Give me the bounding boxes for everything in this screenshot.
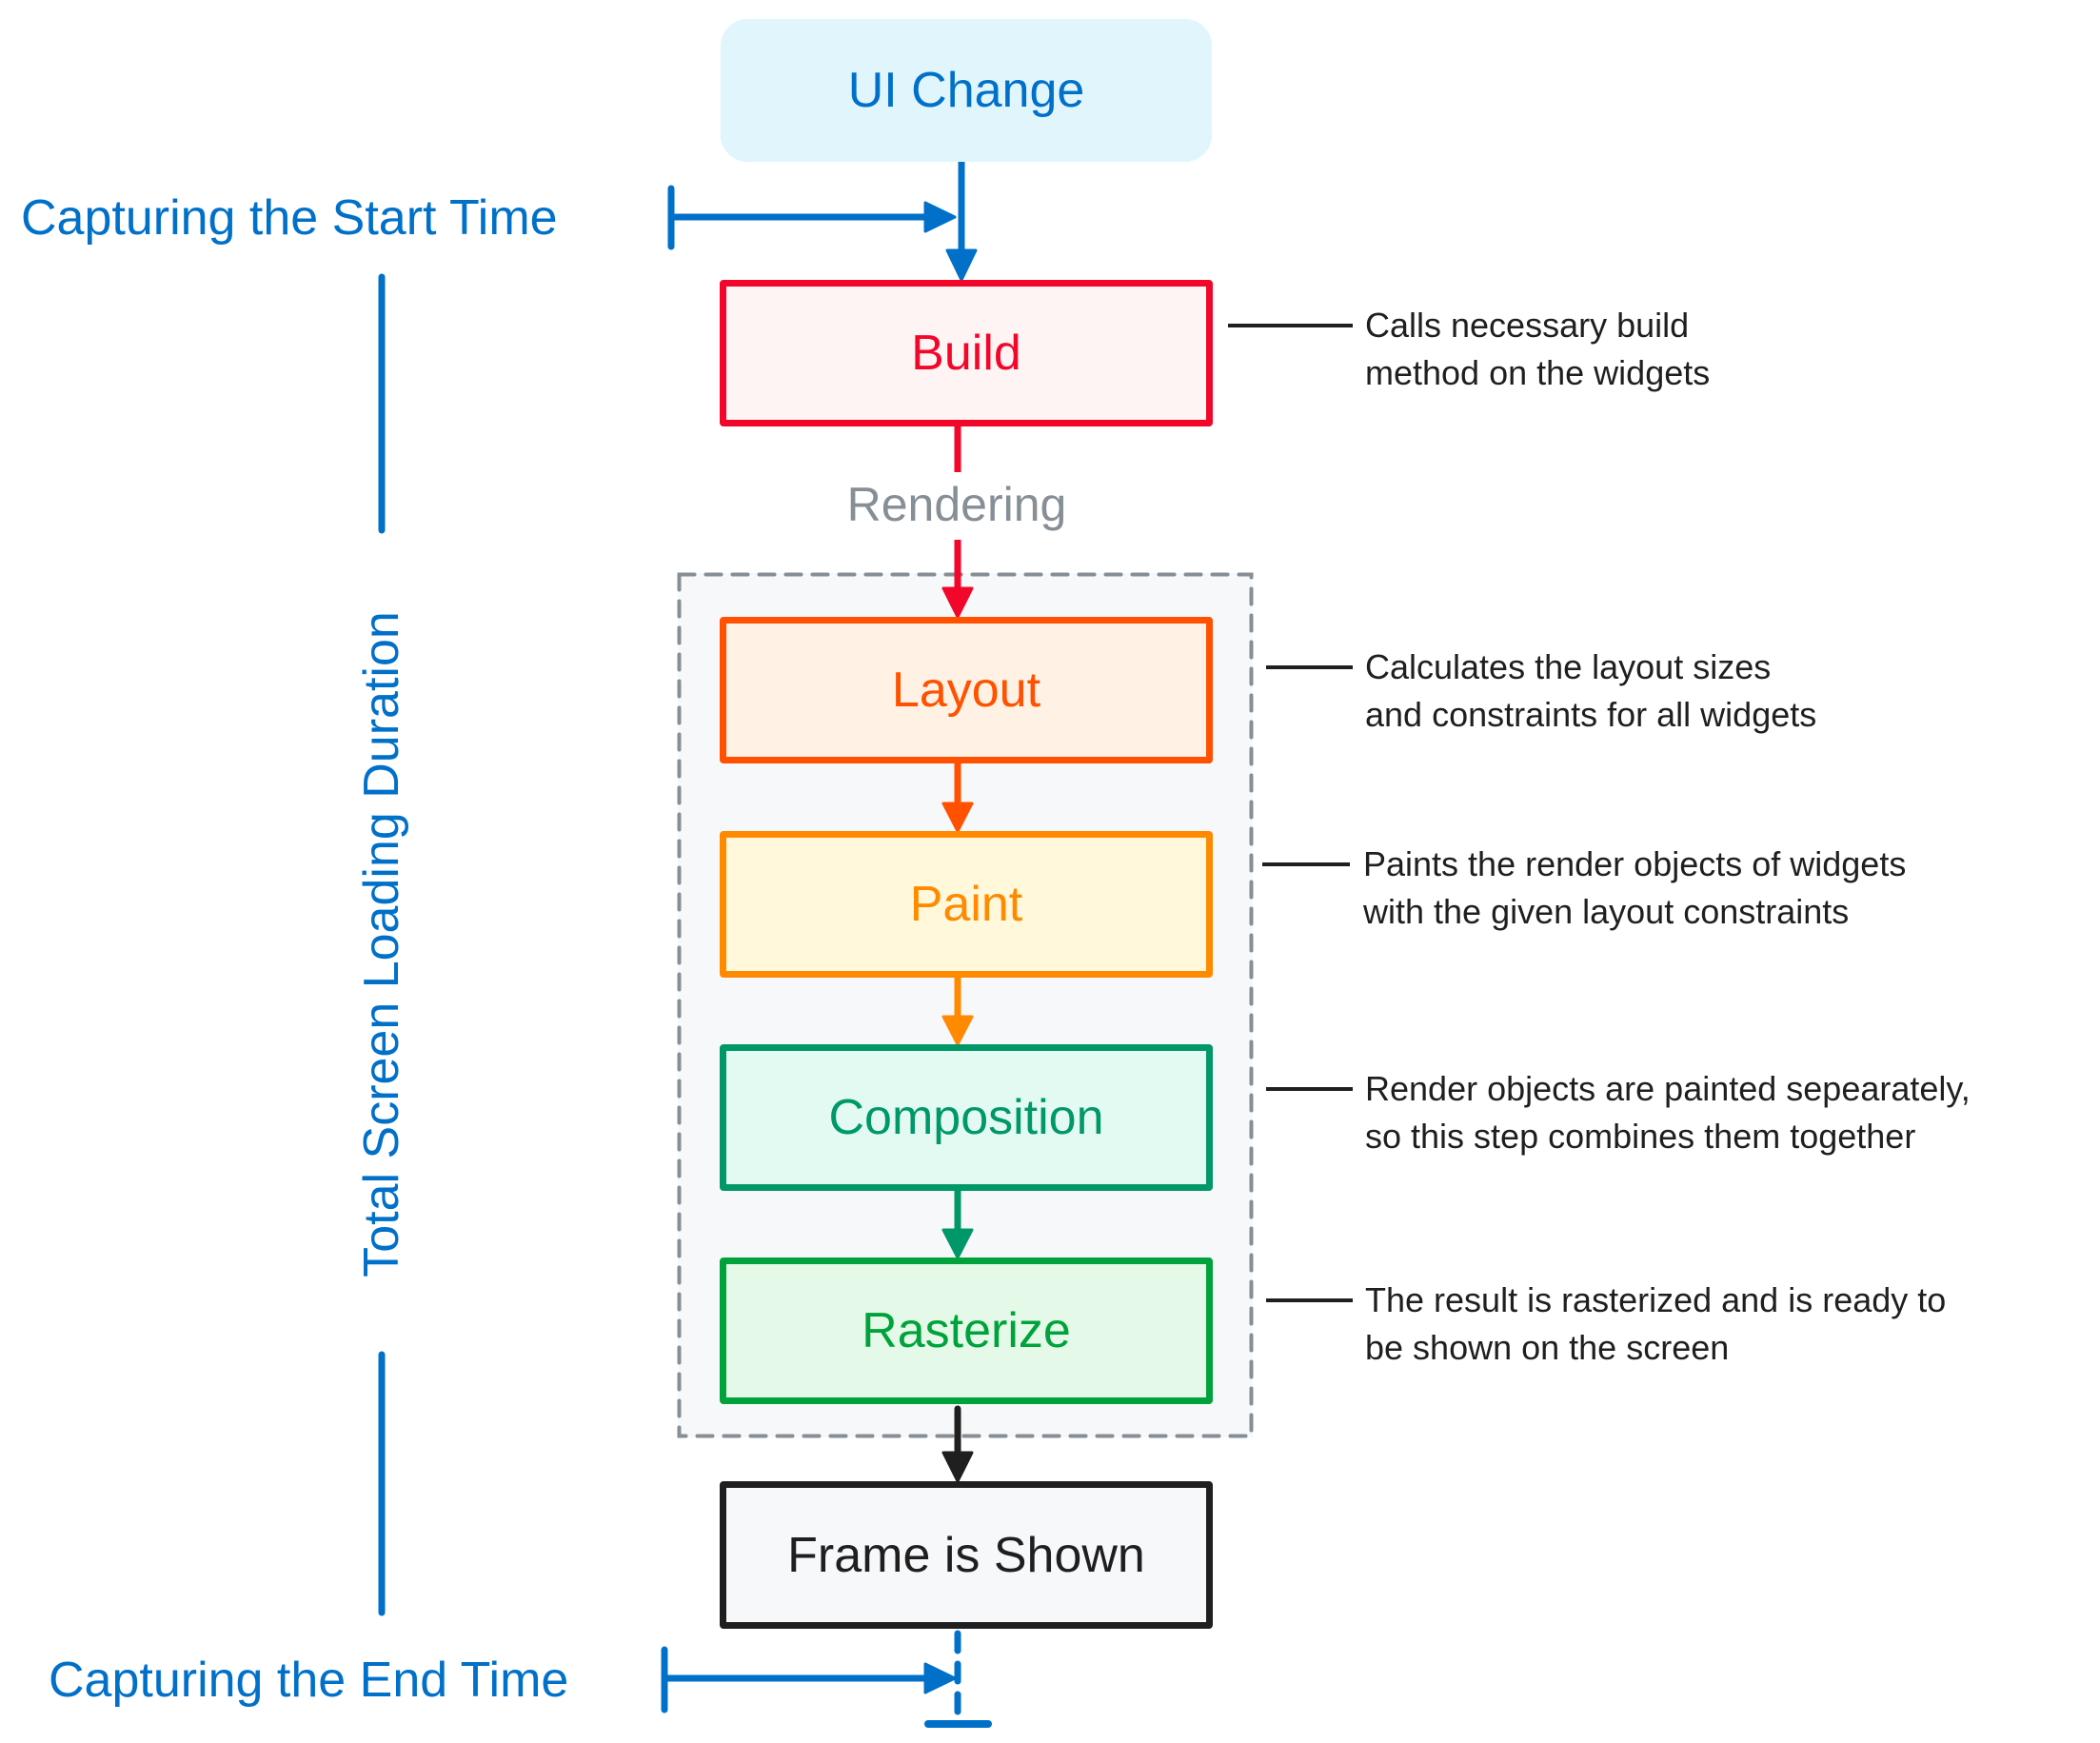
- layout-label: Layout: [891, 663, 1041, 718]
- rasterize-label: Rasterize: [862, 1303, 1071, 1358]
- duration-label: Total Screen Loading Duration: [354, 611, 409, 1278]
- build-step: Build: [720, 280, 1213, 426]
- arrowhead-build: [945, 248, 978, 282]
- composition-label: Composition: [828, 1090, 1104, 1145]
- composition-note: Render objects are painted sepearately, …: [1365, 1065, 1971, 1160]
- diagram-canvas: UI Change Build Rendering Layout Paint C…: [0, 0, 2100, 1743]
- rendering-group-label: Rendering: [846, 478, 1067, 531]
- arrowhead-paint: [941, 802, 974, 833]
- layout-note: Calculates the layout sizes and constrai…: [1365, 644, 1816, 739]
- layout-step: Layout: [720, 617, 1213, 763]
- arrowhead-layout: [941, 586, 974, 619]
- arrowhead-composition: [941, 1015, 974, 1046]
- rasterize-note-line-1: The result is rasterized and is ready to: [1365, 1280, 1947, 1319]
- frame-shown-node: Frame is Shown: [720, 1481, 1213, 1629]
- composition-note-line-2: so this step combines them together: [1365, 1117, 1916, 1156]
- paint-note: Paints the render objects of widgets wit…: [1363, 841, 1906, 936]
- build-note: Calls necessary build method on the widg…: [1365, 302, 1710, 397]
- start-arrowhead: [923, 201, 957, 233]
- ui-change-label: UI Change: [847, 63, 1085, 118]
- end-arrowhead: [923, 1662, 957, 1694]
- paint-label: Paint: [909, 877, 1023, 932]
- paint-note-line-2: with the given layout constraints: [1363, 892, 1850, 931]
- build-note-line-2: method on the widgets: [1365, 353, 1711, 392]
- frame-shown-label: Frame is Shown: [787, 1527, 1145, 1583]
- paint-step: Paint: [720, 831, 1213, 978]
- build-label: Build: [911, 326, 1021, 381]
- layout-note-line-2: and constraints for all widgets: [1365, 695, 1817, 734]
- end-time-label: Capturing the End Time: [49, 1653, 569, 1708]
- build-note-line-1: Calls necessary build: [1365, 306, 1690, 345]
- rasterize-note-line-2: be shown on the screen: [1365, 1328, 1730, 1367]
- arrowhead-frame: [941, 1451, 974, 1483]
- composition-step: Composition: [720, 1044, 1213, 1191]
- ui-change-node: UI Change: [721, 19, 1212, 162]
- rasterize-note: The result is rasterized and is ready to…: [1365, 1277, 1946, 1372]
- paint-note-line-1: Paints the render objects of widgets: [1363, 844, 1907, 883]
- rasterize-step: Rasterize: [720, 1258, 1213, 1404]
- composition-note-line-1: Render objects are painted sepearately,: [1365, 1069, 1971, 1108]
- layout-note-line-1: Calculates the layout sizes: [1365, 647, 1772, 686]
- arrowhead-rasterize: [941, 1228, 974, 1259]
- start-time-label: Capturing the Start Time: [21, 190, 558, 246]
